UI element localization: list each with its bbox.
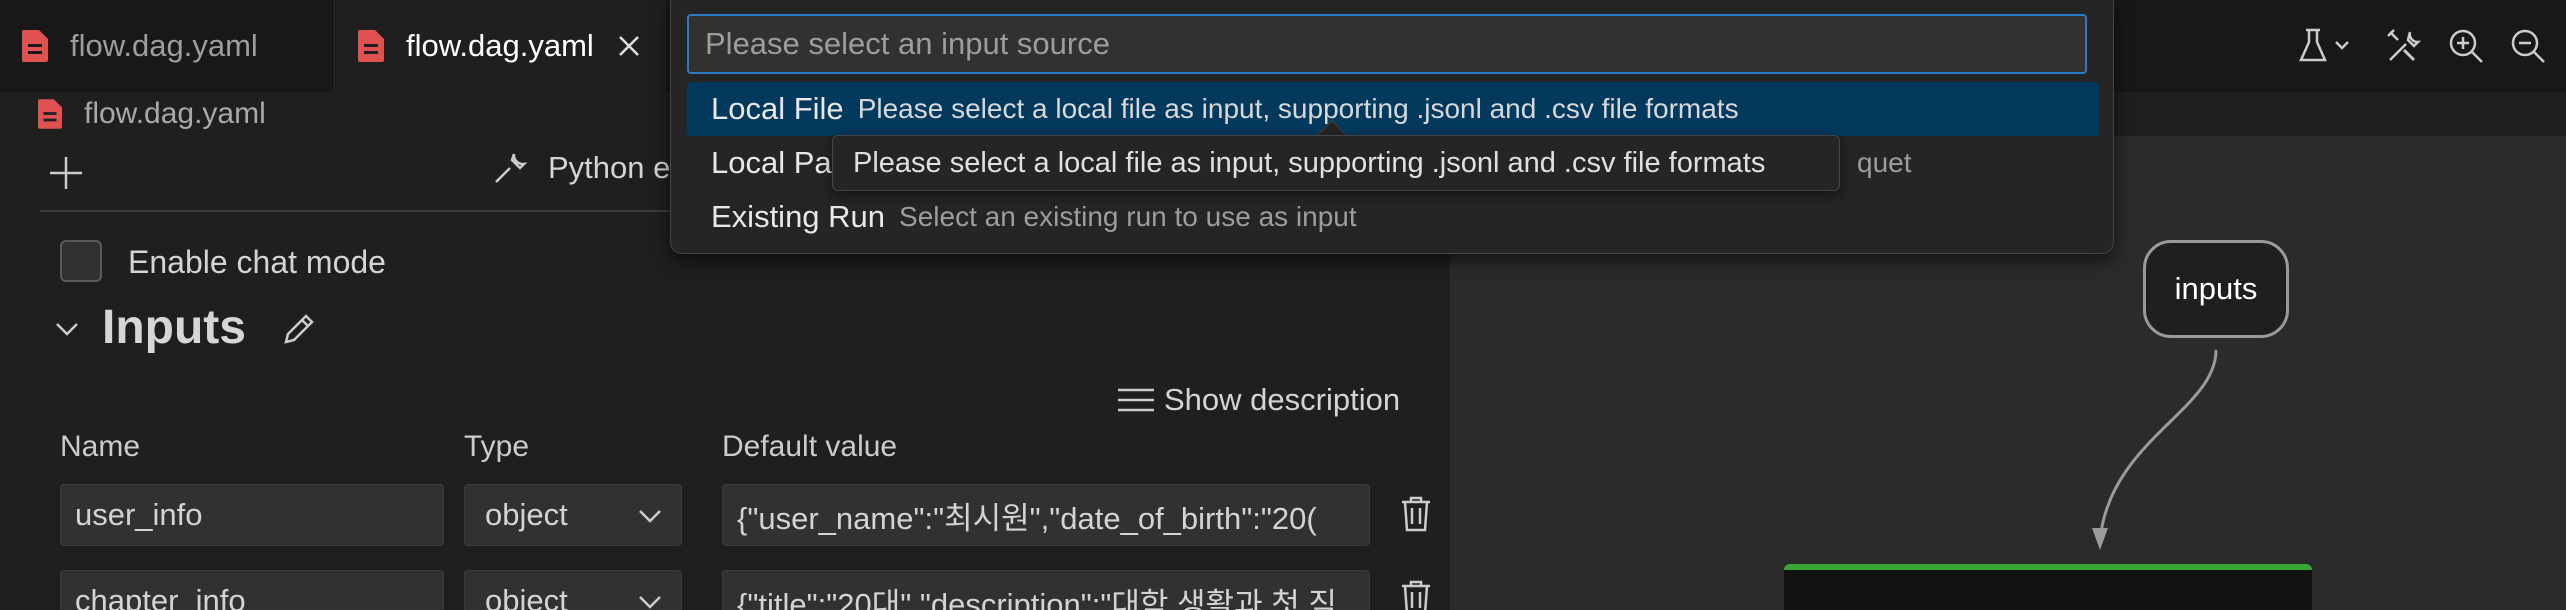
beaker-icon[interactable] — [2296, 22, 2360, 70]
chevron-down-icon — [639, 596, 661, 609]
input-type-select[interactable]: object — [464, 570, 682, 610]
input-name-field[interactable]: chapter_info — [60, 570, 444, 610]
yaml-file-icon — [358, 30, 384, 62]
input-default-field[interactable]: {"title":"20대","description":"대학 생활과 첫 직 — [722, 570, 1370, 610]
input-source-quickpick: Please select an input source Local File… — [670, 0, 2114, 254]
quickpick-item-description: quet — [1857, 147, 1912, 178]
input-default-field[interactable]: {"user_name":"최시원","date_of_birth":"20( — [722, 484, 1370, 546]
input-name-field[interactable]: user_info — [60, 484, 444, 546]
wrench-icon — [495, 153, 528, 183]
yaml-file-icon — [22, 30, 48, 62]
quickpick-input[interactable]: Please select an input source — [687, 14, 2087, 74]
zoom-in-icon[interactable] — [2442, 22, 2490, 70]
close-icon[interactable] — [614, 31, 644, 61]
chat-mode-label: Enable chat mode — [128, 244, 386, 280]
add-icon[interactable] — [48, 155, 84, 191]
chevron-down-icon — [639, 510, 661, 523]
breadcrumb-file[interactable]: flow.dag.yaml — [84, 97, 266, 131]
input-type-value: object — [485, 583, 568, 610]
inputs-section-title: Inputs — [102, 301, 246, 354]
quickpick-item-existing-run[interactable]: Existing Run Select an existing run to u… — [687, 190, 2099, 244]
show-description-label: Show description — [1164, 382, 1401, 417]
input-type-select[interactable]: object — [464, 484, 682, 546]
chat-mode-checkbox[interactable] — [60, 240, 102, 282]
trash-icon[interactable] — [1400, 580, 1432, 610]
editor-toolbar — [2296, 22, 2566, 70]
trash-icon[interactable] — [1400, 496, 1432, 532]
graph-edge — [2092, 349, 2218, 550]
tab-label: flow.dag.yaml — [406, 28, 594, 63]
quickpick-item-description: Please select a local file as input, sup… — [857, 93, 1739, 124]
graph-node[interactable] — [1784, 564, 2312, 610]
quickpick-item-label: Local File — [711, 91, 844, 126]
input-type-value: object — [485, 497, 568, 532]
edit-icon[interactable] — [280, 312, 316, 348]
chevron-down-icon[interactable] — [52, 314, 82, 344]
hover-tooltip: Please select a local file as input, sup… — [832, 135, 1840, 191]
yaml-file-icon — [38, 99, 62, 129]
graph-node-inputs[interactable]: inputs — [2143, 240, 2289, 338]
tab-flow-dag-active[interactable]: flow.dag.yaml — [336, 0, 666, 92]
column-header-type: Type — [464, 430, 530, 463]
tab-flow-dag-inactive[interactable]: flow.dag.yaml — [0, 0, 335, 92]
column-header-default: Default value — [722, 430, 898, 463]
quickpick-item-label: Local Pa — [711, 145, 832, 180]
python-env-label: Python e — [548, 150, 671, 185]
quickpick-item-label: Existing Run — [711, 199, 886, 234]
column-header-name: Name — [60, 430, 141, 463]
zoom-out-icon[interactable] — [2504, 22, 2552, 70]
quickpick-item-local-file[interactable]: Local File Please select a local file as… — [687, 82, 2099, 136]
list-icon — [1118, 388, 1154, 412]
tools-icon[interactable] — [2380, 22, 2428, 70]
tab-label: flow.dag.yaml — [70, 28, 258, 63]
python-env-button[interactable]: Python e — [492, 150, 670, 186]
show-description-button[interactable]: Show description — [1116, 382, 1400, 418]
quickpick-item-description: Select an existing run to use as input — [899, 201, 1357, 232]
